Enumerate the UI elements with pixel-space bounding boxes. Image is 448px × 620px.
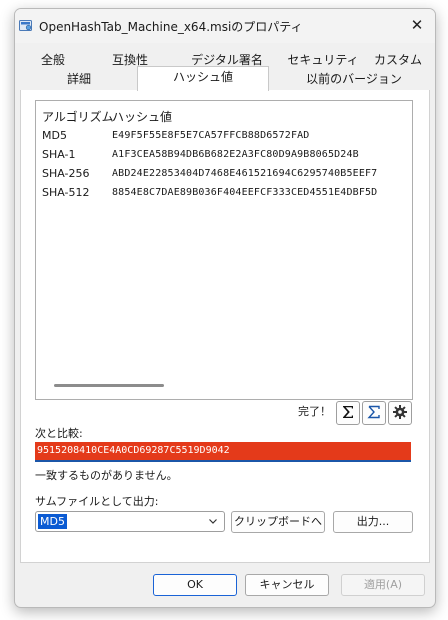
sigma-outline-icon [367, 405, 380, 419]
algorithm-cell[interactable]: SHA-1 [42, 148, 76, 161]
hash-cell[interactable]: 8854E8C7DAE89B036F404EEFCF333CED4551E4DB… [112, 187, 377, 198]
status-text: 完了！ [298, 405, 331, 418]
compare-hash-input[interactable] [35, 442, 411, 462]
algorithm-cell[interactable]: MD5 [42, 129, 67, 142]
ok-button[interactable]: OK [153, 574, 237, 596]
sum-file-button[interactable] [362, 401, 386, 425]
hash-cell[interactable]: ABD24E22853404D7468E461521694C6295740B5E… [112, 168, 377, 179]
hash-list[interactable]: アルゴリズム ハッシュ値 MD5 E49F5F55E8F5E7CA57FFCB8… [35, 100, 413, 400]
gear-icon [393, 405, 407, 419]
compare-label: 次と比較: [35, 427, 83, 440]
hash-cell[interactable]: E49F5F55E8F5E7CA57FFCB88D6572FAD [112, 130, 309, 141]
column-header-algorithm[interactable]: アルゴリズム [42, 108, 114, 125]
title-bar: OpenHashTab_Machine_x64.msiのプロパティ ✕ [15, 9, 435, 43]
tab-security[interactable]: セキュリティ [281, 50, 365, 70]
tab-general[interactable]: 全般 [23, 50, 83, 70]
cancel-button[interactable]: キャンセル [245, 574, 329, 596]
copy-to-clipboard-button[interactable]: クリップボードへ [231, 511, 325, 533]
tab-previous-versions[interactable]: 以前のバージョン [279, 69, 429, 89]
tab-details[interactable]: 詳細 [23, 69, 135, 89]
algorithm-select[interactable]: MD5 [35, 511, 225, 532]
export-button[interactable]: 出力... [333, 511, 413, 533]
horizontal-scrollbar[interactable] [54, 384, 164, 387]
window-title: OpenHashTab_Machine_x64.msiのプロパティ [39, 20, 303, 34]
chevron-down-icon[interactable] [208, 516, 218, 526]
sum-button[interactable] [336, 401, 360, 425]
properties-dialog: OpenHashTab_Machine_x64.msiのプロパティ ✕ 全般 互… [14, 8, 436, 608]
msi-package-icon [19, 20, 32, 31]
close-icon[interactable]: ✕ [411, 16, 424, 34]
apply-button[interactable]: 適用(A) [341, 574, 425, 596]
algorithm-select-value[interactable]: MD5 [38, 514, 67, 529]
hash-cell[interactable]: A1F3CEA58B94DB6B682E2A3FC80D9A9B8065D24B [112, 149, 359, 160]
compare-result-text: 一致するものがありません。 [35, 469, 178, 482]
tab-custom[interactable]: カスタム [367, 50, 429, 70]
close-button[interactable]: ✕ [403, 13, 431, 37]
tab-hash-values[interactable]: ハッシュ値 [137, 66, 269, 91]
sigma-icon [343, 406, 353, 418]
export-label: サムファイルとして出力: [35, 495, 159, 508]
algorithm-cell[interactable]: SHA-256 [42, 167, 90, 180]
algorithm-cell[interactable]: SHA-512 [42, 186, 90, 199]
column-header-hash[interactable]: ハッシュ値 [112, 108, 172, 125]
settings-button[interactable] [388, 401, 412, 425]
